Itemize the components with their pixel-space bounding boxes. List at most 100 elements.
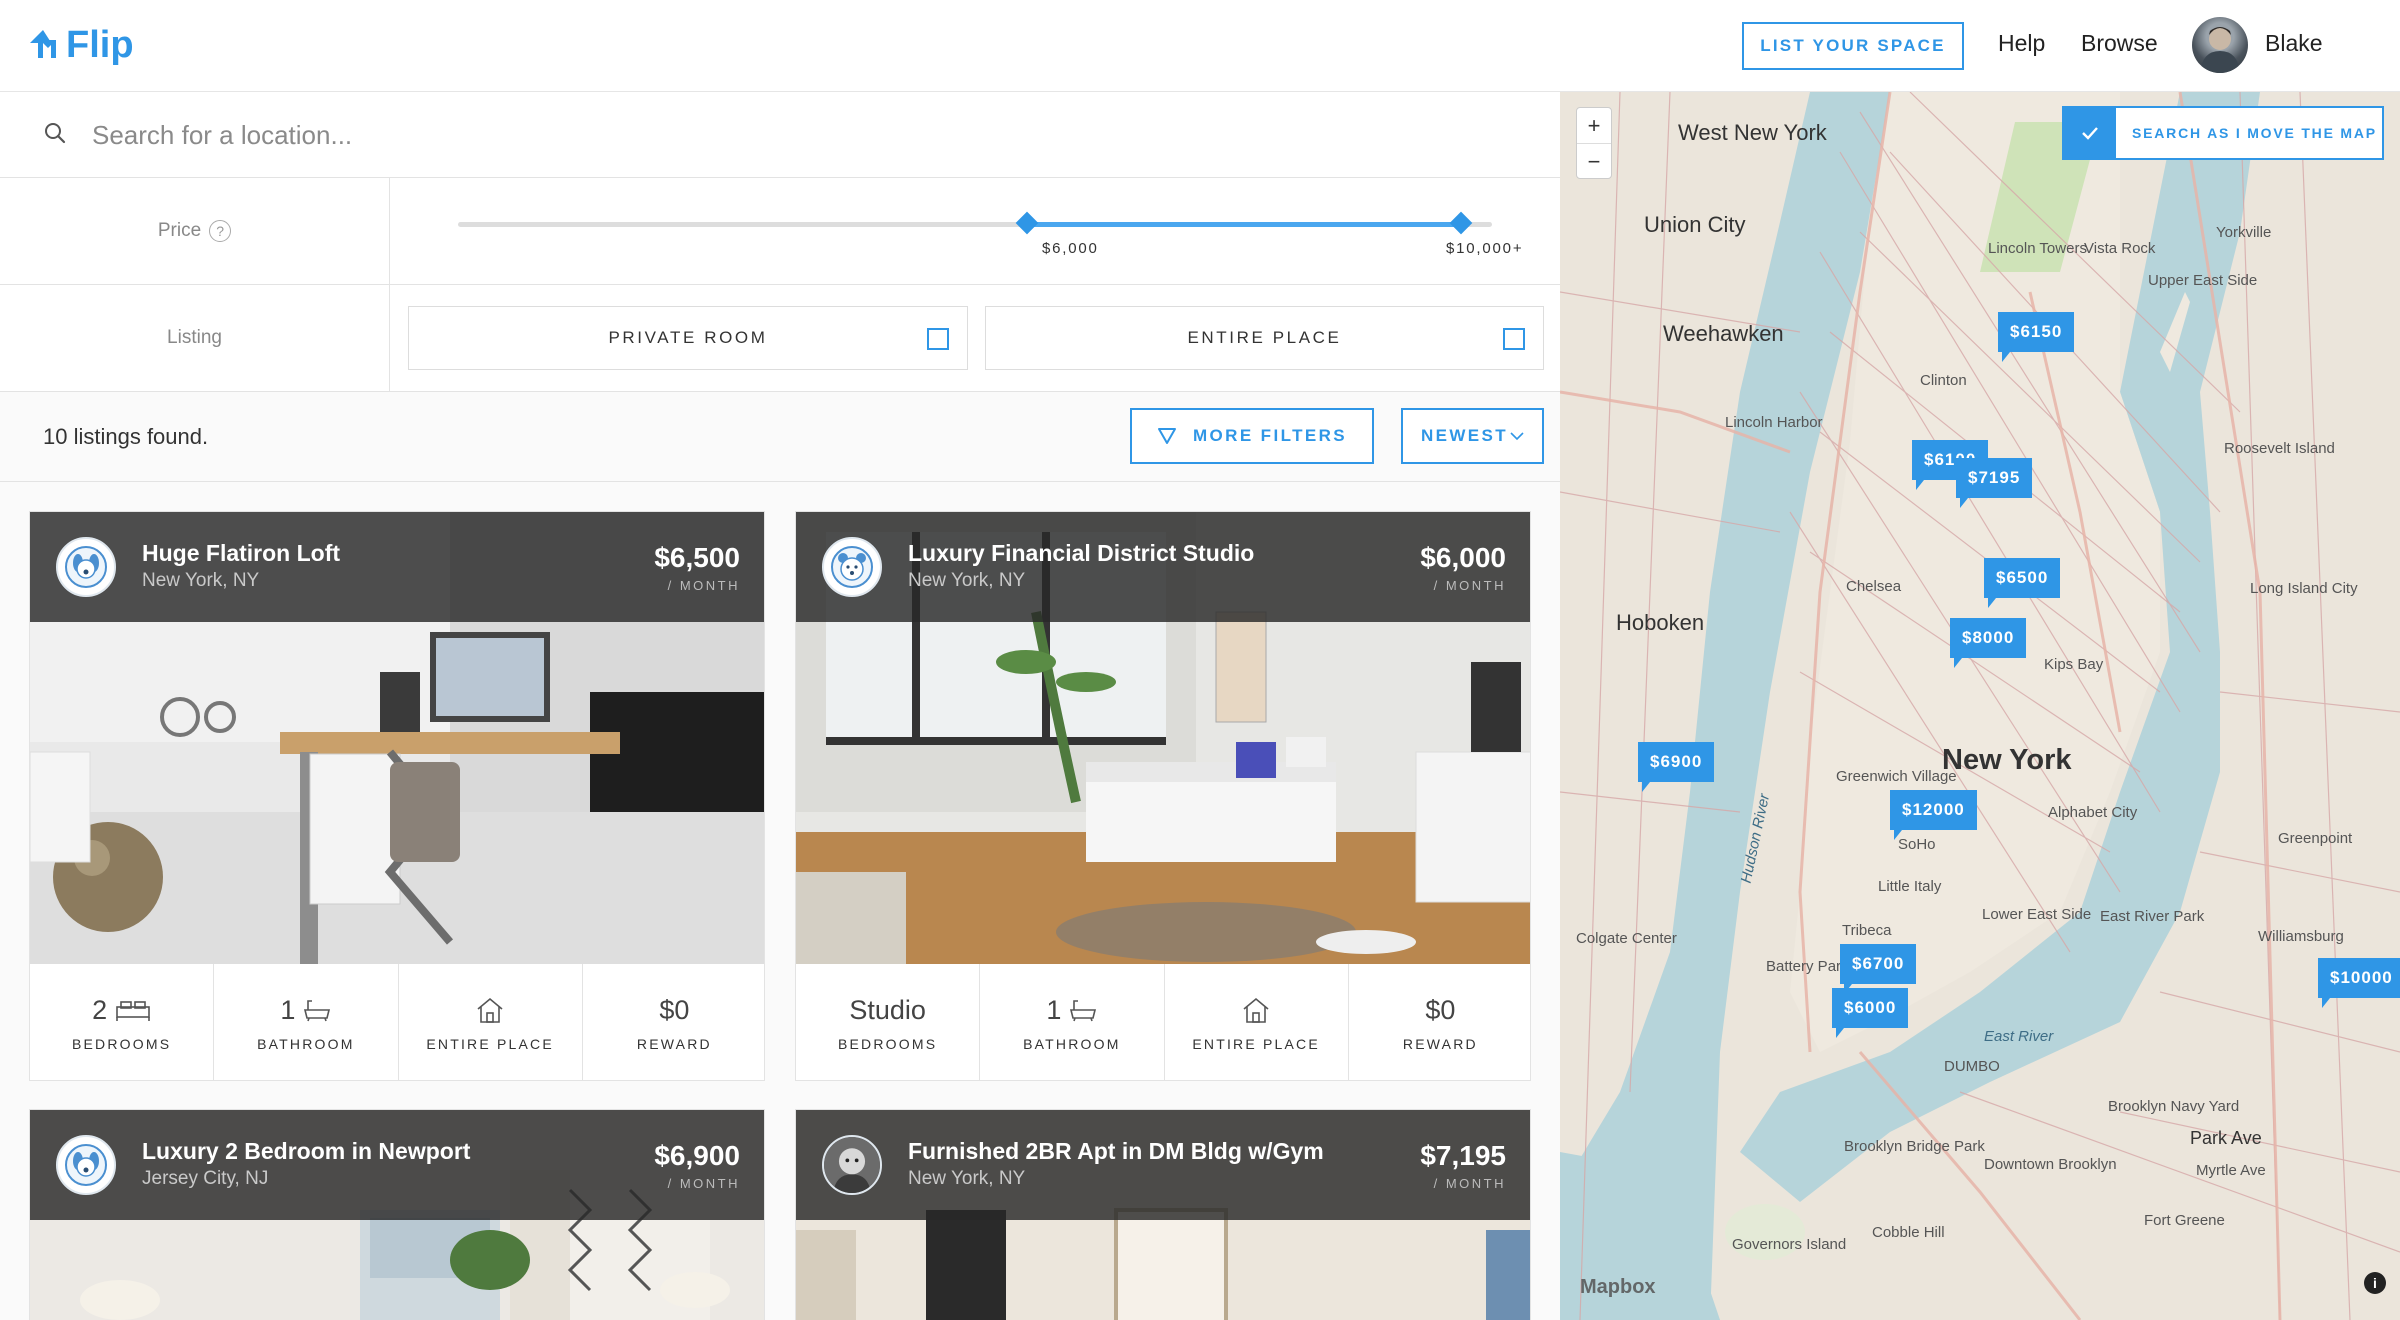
top-header: Flip LIST YOUR SPACE Help Browse Blake bbox=[0, 0, 2400, 92]
stat-entire-place: ENTIRE PLACE bbox=[399, 964, 583, 1080]
map-price-pin[interactable]: $7195 bbox=[1956, 458, 2033, 508]
listing-title[interactable]: Luxury 2 Bedroom in Newport bbox=[142, 1138, 470, 1165]
map-label: Kips Bay bbox=[2044, 656, 2104, 673]
map-price-pin[interactable]: $8000 bbox=[1950, 618, 2027, 668]
stat-label: REWARD bbox=[1402, 1036, 1478, 1052]
help-icon[interactable]: ? bbox=[209, 220, 232, 242]
user-avatar[interactable] bbox=[2192, 17, 2248, 73]
more-filters-button[interactable]: MORE FILTERS bbox=[1130, 408, 1374, 464]
host-avatar[interactable] bbox=[56, 1135, 116, 1195]
map-label: Governors Island bbox=[1732, 1236, 1847, 1253]
mapbox-logo[interactable]: Mapbox bbox=[1580, 1276, 1656, 1299]
map-price-pin[interactable]: $6000 bbox=[1832, 988, 1909, 1038]
private-room-toggle[interactable]: PRIVATE ROOM bbox=[408, 306, 968, 370]
listing-card[interactable]: Luxury Financial District Studio New Yor… bbox=[795, 511, 1531, 1081]
zoom-in-button[interactable]: + bbox=[1577, 108, 1611, 144]
price-max-value: $10,000+ bbox=[1446, 240, 1524, 257]
price-label: Price bbox=[157, 220, 202, 241]
map-price-pin[interactable]: $6150 bbox=[1998, 312, 2075, 362]
help-link[interactable]: Help bbox=[1998, 30, 2045, 57]
user-name[interactable]: Blake bbox=[2265, 30, 2323, 57]
map-label: East River bbox=[1984, 1028, 2054, 1045]
entire-place-checkbox[interactable] bbox=[1503, 328, 1525, 350]
map-label: Long Island City bbox=[2250, 580, 2358, 597]
sort-dropdown[interactable]: NEWEST bbox=[1401, 408, 1544, 464]
price-filter-label: Price ? bbox=[0, 178, 390, 284]
map-label: Clinton bbox=[1920, 372, 1967, 389]
map-label: Tribeca bbox=[1842, 922, 1892, 939]
map-label: Upper East Side bbox=[2148, 272, 2258, 289]
list-your-space-button[interactable]: LIST YOUR SPACE bbox=[1742, 22, 1964, 70]
map-label: Greenwich Village bbox=[1836, 768, 1957, 785]
flip-logo[interactable]: Flip bbox=[26, 20, 134, 70]
map-label: Greenpoint bbox=[2278, 830, 2353, 847]
zoom-control[interactable]: + − bbox=[1576, 107, 1612, 179]
stat-label: REWARD bbox=[636, 1036, 712, 1052]
stat-bedrooms: Studio BEDROOMS bbox=[796, 964, 981, 1080]
bear-mascot-icon bbox=[831, 546, 873, 588]
stat-reward: $0 REWARD bbox=[583, 964, 764, 1080]
map-label: East River Park bbox=[2100, 908, 2205, 925]
stat-entire-place: ENTIRE PLACE bbox=[1165, 964, 1349, 1080]
zoom-out-button[interactable]: − bbox=[1577, 144, 1611, 180]
info-icon[interactable]: i bbox=[2364, 1272, 2386, 1294]
entire-place-toggle[interactable]: ENTIRE PLACE bbox=[985, 306, 1544, 370]
map-label: Hoboken bbox=[1616, 610, 1705, 635]
checkmark-icon[interactable] bbox=[2064, 108, 2116, 158]
dog-mascot-icon bbox=[65, 546, 107, 588]
stat-label: BEDROOMS bbox=[71, 1036, 172, 1052]
map-label: Alphabet City bbox=[2048, 804, 2138, 821]
chevron-down-icon bbox=[1510, 432, 1524, 441]
stat-reward: $0 REWARD bbox=[1349, 964, 1530, 1080]
host-avatar[interactable] bbox=[56, 537, 116, 597]
listing-location: New York, NY bbox=[908, 570, 1026, 591]
search-as-move-label: SEARCH AS I MOVE THE MAP bbox=[2132, 125, 2377, 141]
listings-panel: Price ? $6,000 $10,000+ Listing PRIVATE … bbox=[0, 92, 1560, 1320]
listing-title[interactable]: Luxury Financial District Studio bbox=[908, 540, 1254, 567]
filter-icon bbox=[1157, 428, 1176, 444]
price-filter-row: Price ? bbox=[0, 178, 1560, 285]
map-label: Vista Rock bbox=[2084, 240, 2156, 257]
listing-title[interactable]: Huge Flatiron Loft bbox=[142, 540, 340, 567]
search-as-move-toggle[interactable]: SEARCH AS I MOVE THE MAP bbox=[2062, 106, 2384, 160]
map-price-pin[interactable]: $12000 bbox=[1890, 790, 1977, 840]
stat-value: 1 bbox=[280, 994, 296, 1025]
listing-card[interactable]: Luxury 2 Bedroom in Newport Jersey City,… bbox=[29, 1109, 765, 1320]
bathtub-icon bbox=[304, 1000, 331, 1022]
listing-location: New York, NY bbox=[142, 570, 260, 591]
listing-stats: 2 BEDROOMS 1 BATHROOM ENTIRE PLACE $0 RE… bbox=[30, 964, 764, 1080]
listing-card[interactable]: Huge Flatiron Loft New York, NY $6,500 /… bbox=[29, 511, 765, 1081]
private-room-checkbox[interactable] bbox=[927, 328, 949, 350]
location-search-input[interactable] bbox=[92, 112, 1492, 158]
host-avatar[interactable] bbox=[822, 1135, 882, 1195]
listing-header-overlay: Furnished 2BR Apt in DM Bldg w/Gym New Y… bbox=[796, 1110, 1530, 1220]
listing-label: Listing bbox=[167, 327, 222, 348]
listing-price-period: / MONTH bbox=[1433, 1176, 1506, 1191]
listing-title[interactable]: Furnished 2BR Apt in DM Bldg w/Gym bbox=[908, 1138, 1324, 1165]
map-price-pin[interactable]: $6900 bbox=[1638, 742, 1715, 792]
listing-stats: Studio BEDROOMS 1 BATHROOM ENTIRE PLACE … bbox=[796, 964, 1530, 1080]
search-bar bbox=[0, 92, 1560, 178]
results-toolbar: 10 listings found. MORE FILTERS NEWEST bbox=[0, 392, 1560, 482]
map-price-pin[interactable]: $6700 bbox=[1840, 944, 1917, 994]
host-avatar[interactable] bbox=[822, 537, 882, 597]
map-label: Brooklyn Bridge Park bbox=[1844, 1138, 1985, 1155]
map-price-pin[interactable]: $10000 bbox=[2318, 958, 2400, 1008]
listing-header-overlay: Luxury 2 Bedroom in Newport Jersey City,… bbox=[30, 1110, 764, 1220]
stat-bathroom: 1 BATHROOM bbox=[214, 964, 399, 1080]
bed-icon bbox=[116, 1001, 150, 1021]
sort-label: NEWEST bbox=[1420, 426, 1509, 445]
flip-logo-icon bbox=[30, 30, 56, 58]
map-label: Union City bbox=[1644, 212, 1746, 237]
price-slider[interactable] bbox=[458, 211, 1492, 235]
stat-bathroom: 1 BATHROOM bbox=[980, 964, 1165, 1080]
map-label: Cobble Hill bbox=[1872, 1224, 1945, 1241]
map-panel[interactable]: + − SEARCH AS I MOVE THE MAP West New Yo… bbox=[1560, 92, 2400, 1320]
browse-link[interactable]: Browse bbox=[2081, 30, 2158, 57]
stat-value: 2 bbox=[92, 994, 108, 1025]
listing-price: $6,000 bbox=[1420, 542, 1506, 573]
map-price-pin[interactable]: $6500 bbox=[1984, 558, 2061, 608]
map-label: Chelsea bbox=[1846, 578, 1902, 595]
map-label: West New York bbox=[1678, 120, 1827, 145]
listing-card[interactable]: Furnished 2BR Apt in DM Bldg w/Gym New Y… bbox=[795, 1109, 1531, 1320]
